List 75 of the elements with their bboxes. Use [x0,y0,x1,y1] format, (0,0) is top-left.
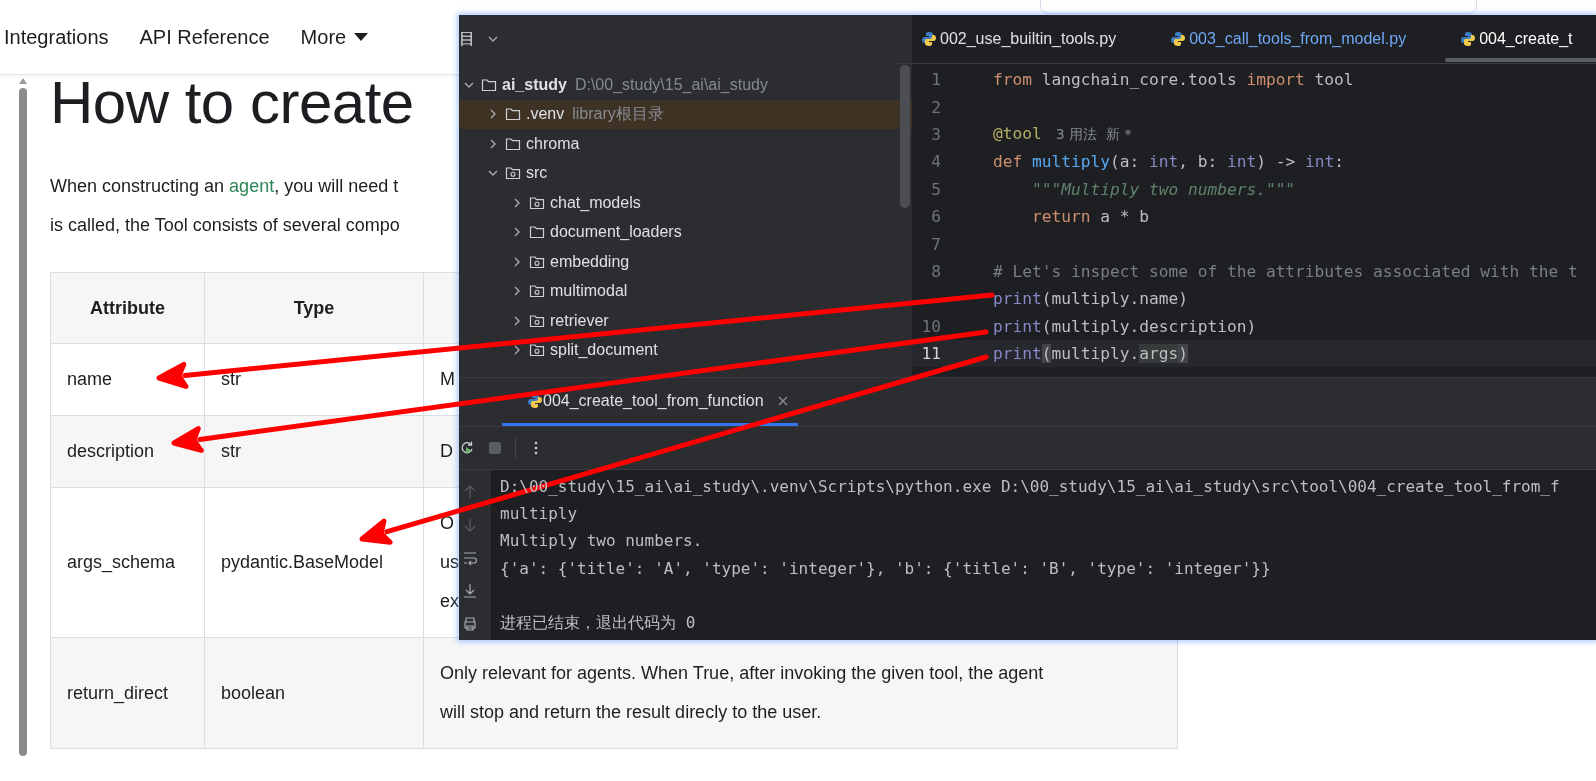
code-line: print(multiply.name) [993,289,1188,309]
nav-link[interactable]: More [300,25,369,49]
line-number: 7 [930,234,941,254]
code-line: """Multiply two numbers.""" [1030,179,1296,199]
package-folder-icon [529,194,545,211]
line-number: 6 [930,207,941,227]
editor-tab[interactable]: 002_use_builtin_tools.py [894,15,1144,63]
tree-item[interactable]: .venv library根目录 [459,99,912,129]
tree-item[interactable]: ai_study D:\00_study\15_ai\ai_study [459,70,912,100]
line-number: 5 [930,179,941,199]
file-type-icon [1460,31,1477,47]
nav-link[interactable]: API Reference [139,25,270,49]
tree-item[interactable]: chat_models [459,188,912,218]
cell-text: O us ex [440,512,459,613]
code-line: print(multiply.args) [993,344,1188,364]
tree-item[interactable]: document_loaders [459,217,912,247]
package-folder-icon [529,253,545,270]
wrap-icon[interactable] [462,550,478,566]
panel-title[interactable]: 目 [459,28,475,50]
scrollbar[interactable] [19,88,27,756]
code-line: # Let's inspect some of the attributes associated with the t [993,261,1578,281]
nav-link[interactable]: Integrations [4,25,109,49]
tree-item[interactable]: split_document [459,335,912,365]
line-number: 8 [930,261,941,281]
console-line: {'a': {'title': 'A', 'type': 'integer'}, 'b': {'title': 'B', 'type': 'integer'}} [500,557,1271,580]
cell-text: D [440,440,453,463]
scroll-arrow-icon [19,78,27,84]
package-folder-icon [529,283,545,300]
rerun-icon[interactable] [459,440,475,456]
folder-icon [529,224,545,241]
column-header: Type [204,272,424,344]
console-line: Multiply two numbers. [500,530,703,553]
console-line: multiply [500,503,578,526]
folder-icon [505,106,521,123]
editor-tab[interactable]: 003_call_tools_from_model.py [1143,15,1434,63]
package-folder-icon [529,342,545,359]
line-number: 1 [930,70,941,90]
line-number: 4 [930,152,941,172]
table-cell: return_direct [50,637,205,749]
folder-icon [481,76,497,93]
code-line: return a * b [1030,207,1149,227]
table-cell: args_schema [50,487,205,638]
file-type-icon [1170,31,1187,47]
file-type-icon [921,31,937,47]
table-cell: description [50,415,205,488]
agent-link[interactable]: agent [229,176,275,196]
cell-text: Only relevant for agents. When True, after invoking the given tool, the agent will stop and return the result direcly to the user. [440,662,1044,724]
table-cell: boolean [204,637,424,749]
folder-icon [505,135,521,152]
column-header: Attribute [50,272,205,344]
code-line: @tool 3 用法 新 * [993,124,1132,145]
tree-item[interactable]: multimodal [459,276,912,306]
table-cell: str [204,415,424,488]
line-number: 2 [930,97,941,117]
page-title: How to create [50,75,414,131]
tree-item[interactable]: embedding [459,247,912,277]
package-folder-icon [529,312,545,329]
printer-icon[interactable] [462,616,478,632]
tree-item[interactable]: chroma [459,129,912,159]
line-number: 11 [920,344,941,364]
code-line: def multiply(a: int, b: int) -> int: [993,152,1344,172]
table-cell: pydantic.BaseModel [204,487,424,638]
line-number: 3 [930,124,941,144]
close-icon[interactable] [777,395,788,406]
code-line: print(multiply.description) [993,316,1257,336]
console-line: 进程已结束，退出代码为 0 [500,611,696,634]
cell-text: M [440,368,455,391]
scrollbar[interactable] [900,65,910,208]
tree-item[interactable]: src [459,158,912,188]
code-line: from langchain_core.tools import tool [993,70,1354,90]
line-number: 10 [920,316,941,336]
tree-item[interactable]: retriever [459,306,912,336]
package-folder-icon [505,165,521,182]
table-cell: name [50,343,205,416]
download-icon[interactable] [462,583,478,599]
